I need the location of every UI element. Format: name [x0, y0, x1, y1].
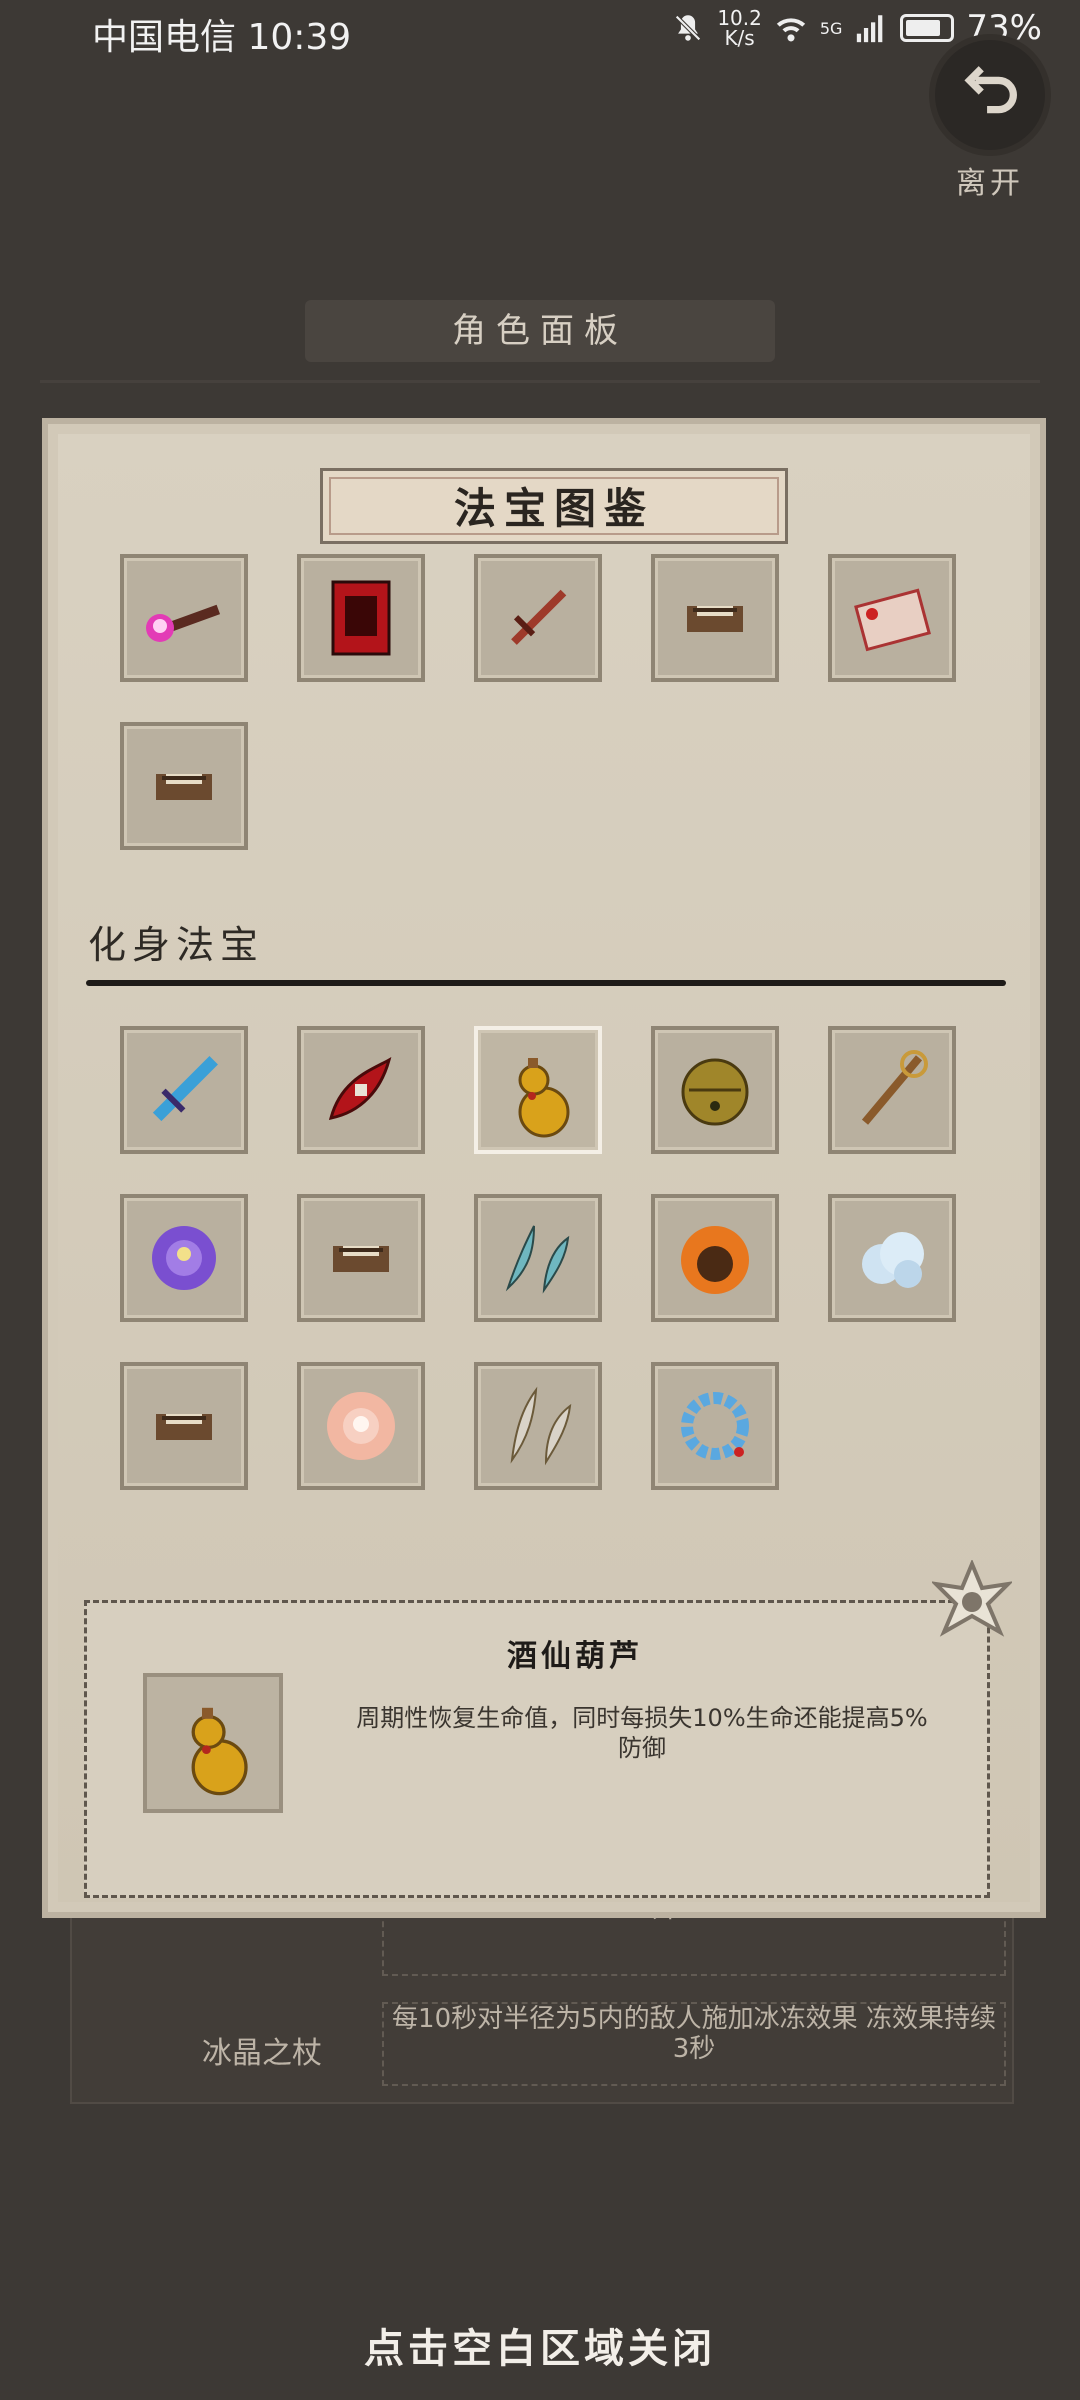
fire-pot-icon — [681, 1226, 749, 1294]
treasure-slot[interactable] — [828, 554, 956, 682]
mute-bell-icon — [675, 15, 702, 41]
treasure-slot[interactable] — [297, 554, 425, 682]
treasure-slot[interactable] — [651, 1194, 779, 1322]
background-row-name: 冰晶之杖 — [202, 2036, 322, 2071]
treasure-slot[interactable] — [474, 1362, 602, 1490]
treasure-name: 酒仙葫芦 — [507, 1639, 643, 1674]
treasure-slot[interactable] — [120, 1026, 248, 1154]
gourd-icon — [143, 1673, 283, 1813]
blue-sword-icon — [152, 1056, 218, 1122]
net-speed-unit: K/s — [724, 26, 755, 50]
background-row-desc: 每10秒对半径为5内的敌人施加冰冻效果 冻效果持续3秒 — [382, 2002, 1006, 2086]
close-star-icon[interactable] — [932, 1560, 1012, 1640]
treasure-slot[interactable] — [828, 1026, 956, 1154]
section-title: 化身法宝 — [88, 923, 265, 967]
red-sword-icon — [511, 589, 567, 645]
status-bar: 中国电信 10:39 10.2 K/s 5G 73% — [0, 0, 1080, 60]
treasure-slot[interactable] — [474, 1026, 602, 1154]
fire-torch-icon — [146, 604, 221, 642]
background-panel-title: 角色面板 — [305, 300, 775, 362]
battery-icon — [900, 14, 955, 42]
locked-slot-icon — [333, 1246, 389, 1272]
treasure-slot[interactable] — [474, 554, 602, 682]
locked-treasure-slot[interactable] — [120, 1362, 248, 1490]
treasure-slot[interactable] — [651, 1362, 779, 1490]
red-blade-icon — [328, 1056, 392, 1120]
return-icon — [935, 40, 1045, 150]
exit-label: 离开 — [956, 166, 1024, 201]
catalog-title: 法宝图鉴 — [320, 468, 788, 544]
red-scroll-icon — [854, 588, 931, 652]
treasure-slot[interactable] — [120, 554, 248, 682]
locked-slot-icon — [156, 774, 212, 800]
net-speed: 10.2 K/s — [717, 8, 762, 48]
close-hint[interactable]: 点击空白区域关闭 — [0, 2316, 1080, 2374]
signal-icon — [857, 15, 883, 43]
network-type: 5G — [819, 18, 843, 38]
treasure-slot[interactable] — [474, 1194, 602, 1322]
treasure-slot[interactable] — [120, 1194, 248, 1322]
treasure-slot[interactable] — [828, 1194, 956, 1322]
section-divider — [86, 980, 1006, 986]
cloud-icon — [862, 1232, 924, 1288]
purple-lotus-icon — [152, 1226, 216, 1290]
locked-treasure-slot[interactable] — [297, 1194, 425, 1322]
treasure-slot[interactable] — [651, 1026, 779, 1154]
prayer-beads-icon — [681, 1392, 749, 1460]
bronze-bell-icon — [681, 1058, 749, 1126]
treasure-catalog-modal: 法宝图鉴 化身法宝 酒仙葫芦 周期性恢复生命值，同时每损失10%生命还能提高5%… — [42, 418, 1046, 1918]
exit-button[interactable]: 离开 — [930, 40, 1050, 210]
peach-flower-icon — [327, 1392, 395, 1460]
carrier-time: 中国电信 10:39 — [92, 17, 352, 58]
red-talisman-icon — [331, 580, 391, 656]
locked-treasure-slot[interactable] — [120, 722, 248, 850]
locked-treasure-slot[interactable] — [651, 554, 779, 682]
locked-slot-icon — [687, 606, 743, 632]
treasure-slot[interactable] — [297, 1362, 425, 1490]
golden-staff-icon — [861, 1050, 928, 1125]
gourd-icon — [518, 1058, 570, 1138]
locked-slot-icon — [156, 1414, 212, 1440]
background-row: 冰晶之杖 每10秒对半径为5内的敌人施加冰冻效果 冻效果持续3秒 — [72, 1992, 1012, 2092]
teal-blades-icon — [505, 1225, 570, 1294]
treasure-slot[interactable] — [297, 1026, 425, 1154]
modal-paper: 法宝图鉴 化身法宝 酒仙葫芦 周期性恢复生命值，同时每损失10%生命还能提高5%… — [58, 434, 1030, 1902]
treasure-description: 周期性恢复生命值，同时每损失10%生命还能提高5%防御 — [356, 1704, 928, 1762]
wifi-icon — [776, 18, 806, 42]
bone-blades-icon — [510, 1386, 572, 1466]
net-speed-value: 10.2 — [717, 6, 762, 30]
treasure-detail-panel: 酒仙葫芦 周期性恢复生命值，同时每损失10%生命还能提高5%防御 — [84, 1600, 990, 1898]
